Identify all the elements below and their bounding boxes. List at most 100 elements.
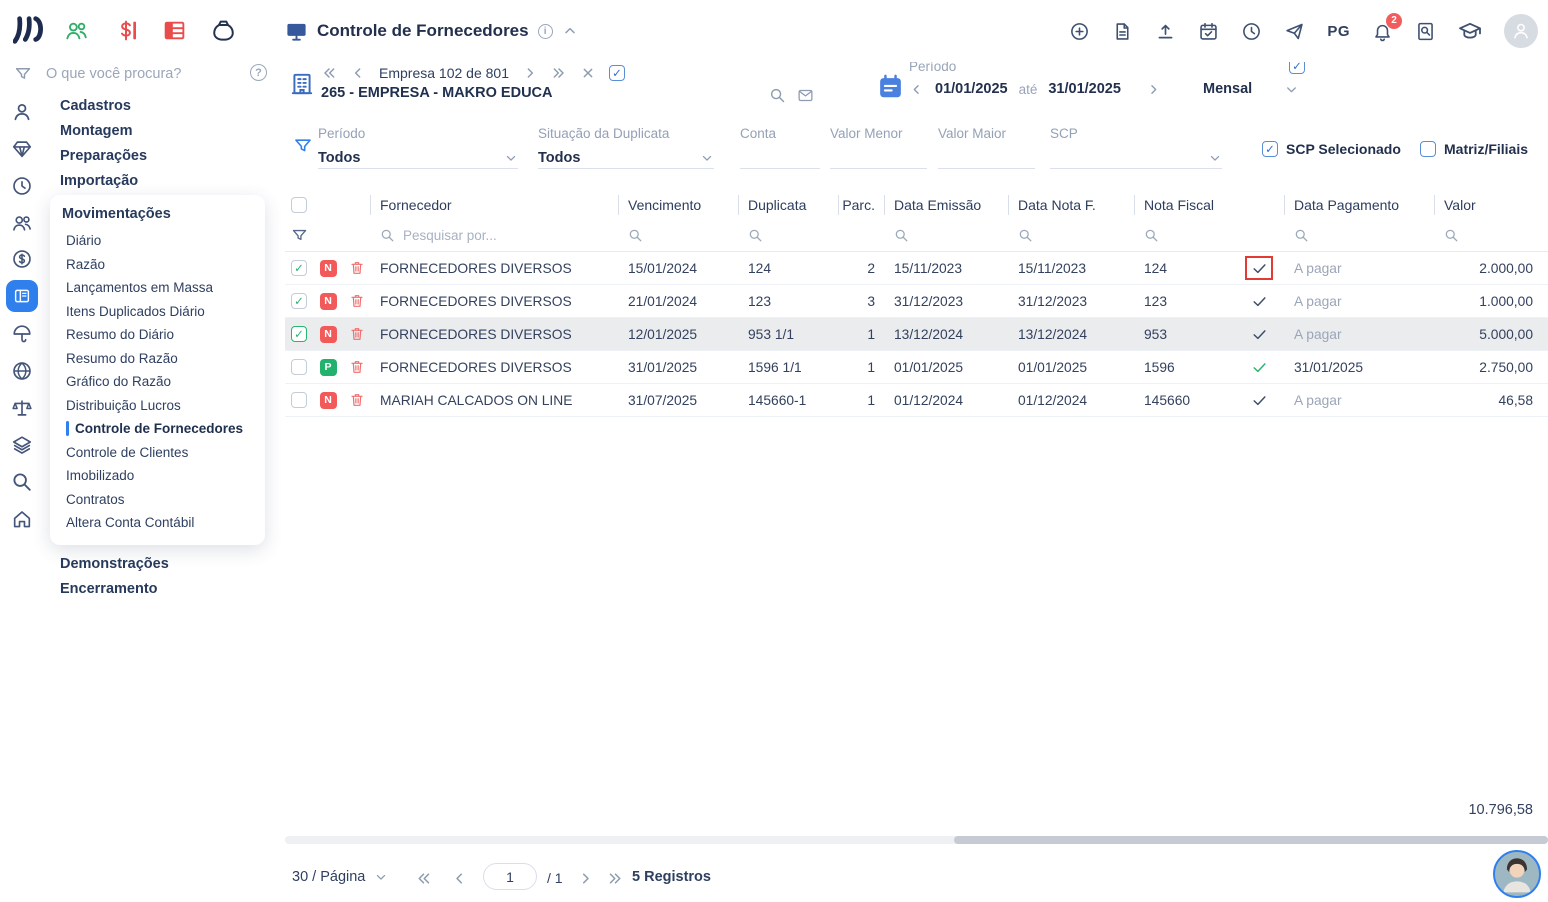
col-data-pagamento[interactable]: Data Pagamento bbox=[1284, 190, 1434, 220]
period-mode-select[interactable]: Mensal bbox=[1203, 81, 1299, 97]
company-checkbox[interactable] bbox=[608, 65, 625, 81]
nota-f-search-icon[interactable] bbox=[1018, 228, 1033, 243]
fornecedor-search-input[interactable] bbox=[403, 228, 553, 243]
app-logo[interactable] bbox=[13, 13, 47, 47]
submenu-razao[interactable]: Razão bbox=[50, 253, 265, 277]
submenu-itens-duplicados[interactable]: Itens Duplicados Diário bbox=[50, 300, 265, 324]
horizontal-scrollbar[interactable] bbox=[285, 836, 1548, 844]
assistant-avatar[interactable] bbox=[1493, 850, 1541, 898]
menu-montagem[interactable]: Montagem bbox=[60, 118, 147, 143]
first-page-icon[interactable] bbox=[415, 870, 432, 887]
submenu-resumo-diario[interactable]: Resumo do Diário bbox=[50, 323, 265, 347]
mail-icon[interactable] bbox=[797, 87, 814, 104]
filters-funnel-icon[interactable] bbox=[293, 136, 313, 156]
graduation-cap-icon[interactable] bbox=[1458, 19, 1482, 43]
pg-shortcut[interactable]: PG bbox=[1327, 23, 1350, 40]
delete-button[interactable] bbox=[343, 384, 370, 416]
menu-movimentacoes[interactable]: Movimentações bbox=[62, 203, 265, 225]
prev-company-icon[interactable] bbox=[350, 65, 366, 81]
submenu-lancamentos-massa[interactable]: Lançamentos em Massa bbox=[50, 276, 265, 300]
submenu-grafico-razao[interactable]: Gráfico do Razão bbox=[50, 370, 265, 394]
row-checkbox[interactable] bbox=[291, 392, 307, 408]
send-icon[interactable] bbox=[1284, 21, 1305, 42]
filter-valor-menor[interactable]: Valor Menor bbox=[830, 126, 927, 169]
row-checkbox[interactable] bbox=[291, 260, 307, 276]
submenu-resumo-razao[interactable]: Resumo do Razão bbox=[50, 347, 265, 371]
period-calendar-icon[interactable] bbox=[877, 73, 904, 100]
submenu-contratos[interactable]: Contratos bbox=[50, 488, 265, 512]
dollar-icon[interactable] bbox=[11, 248, 33, 270]
period-prev-icon[interactable] bbox=[909, 82, 924, 97]
finance-app-icon[interactable] bbox=[113, 18, 138, 43]
col-data-nota-f[interactable]: Data Nota F. bbox=[1008, 190, 1134, 220]
menu-cadastros[interactable]: Cadastros bbox=[60, 93, 147, 118]
matriz-filiais-checkbox[interactable] bbox=[1420, 141, 1436, 157]
scrollbar-thumb[interactable] bbox=[954, 836, 1548, 844]
col-fornecedor[interactable]: Fornecedor bbox=[370, 190, 618, 220]
paid-check-icon[interactable] bbox=[1245, 388, 1273, 412]
table-filter-icon[interactable] bbox=[291, 227, 308, 244]
duplicata-search-icon[interactable] bbox=[748, 228, 763, 243]
delete-button[interactable] bbox=[343, 252, 370, 284]
nota-fiscal-search-icon[interactable] bbox=[1144, 228, 1159, 243]
first-company-icon[interactable] bbox=[321, 65, 337, 81]
company-search-icon[interactable] bbox=[769, 87, 786, 104]
doc-search-icon[interactable] bbox=[1415, 21, 1436, 42]
scp-selecionado-checkbox[interactable] bbox=[1262, 141, 1278, 157]
person-module-icon[interactable] bbox=[11, 101, 33, 123]
globe-icon[interactable] bbox=[11, 360, 33, 382]
paid-check-icon[interactable] bbox=[1245, 355, 1273, 379]
filter-situacao[interactable]: Situação da Duplicata Todos bbox=[538, 126, 714, 169]
layers-icon[interactable] bbox=[11, 434, 33, 456]
delete-button[interactable] bbox=[343, 351, 370, 383]
col-valor[interactable]: Valor bbox=[1434, 190, 1548, 220]
active-module-icon[interactable] bbox=[6, 280, 38, 312]
col-data-emissao[interactable]: Data Emissão bbox=[884, 190, 1008, 220]
col-parc[interactable]: Parc. bbox=[838, 190, 884, 220]
paid-check-icon[interactable] bbox=[1245, 256, 1273, 280]
valor-search-icon[interactable] bbox=[1444, 228, 1459, 243]
document-icon[interactable] bbox=[1112, 21, 1133, 42]
table-row[interactable]: P FORNECEDORES DIVERSOS 31/01/2025 1596 … bbox=[285, 351, 1548, 384]
vencimento-search-icon[interactable] bbox=[628, 228, 643, 243]
col-duplicata[interactable]: Duplicata bbox=[738, 190, 838, 220]
collapse-chevron-icon[interactable] bbox=[562, 23, 578, 39]
filter-periodo[interactable]: Período Todos bbox=[318, 126, 518, 169]
upload-icon[interactable] bbox=[1155, 21, 1176, 42]
last-company-icon[interactable] bbox=[551, 65, 567, 81]
period-start[interactable]: 01/01/2025 bbox=[935, 81, 1008, 97]
filter-valor-maior[interactable]: Valor Maior bbox=[938, 126, 1035, 169]
row-checkbox[interactable] bbox=[291, 326, 307, 342]
moneybag-app-icon[interactable] bbox=[211, 18, 236, 43]
emissao-search-icon[interactable] bbox=[894, 228, 909, 243]
people-app-icon[interactable] bbox=[64, 18, 89, 43]
submenu-diario[interactable]: Diário bbox=[50, 229, 265, 253]
next-company-icon[interactable] bbox=[522, 65, 538, 81]
menu-importacao[interactable]: Importação bbox=[60, 168, 147, 193]
user-avatar[interactable] bbox=[1504, 14, 1538, 48]
next-page-icon[interactable] bbox=[577, 870, 594, 887]
sidebar-search-input[interactable] bbox=[46, 66, 221, 82]
umbrella-icon[interactable] bbox=[11, 323, 33, 345]
help-icon[interactable]: ? bbox=[250, 64, 267, 81]
col-vencimento[interactable]: Vencimento bbox=[618, 190, 738, 220]
menu-encerramento[interactable]: Encerramento bbox=[60, 576, 169, 601]
submenu-altera-conta[interactable]: Altera Conta Contábil bbox=[50, 511, 265, 535]
submenu-controle-clientes[interactable]: Controle de Clientes bbox=[50, 441, 265, 465]
info-icon[interactable]: i bbox=[537, 23, 553, 39]
scale-icon[interactable] bbox=[11, 397, 33, 419]
select-all-checkbox[interactable] bbox=[291, 197, 307, 213]
search-module-icon[interactable] bbox=[11, 471, 33, 493]
per-page-select[interactable]: 30 / Página bbox=[292, 869, 388, 885]
delete-button[interactable] bbox=[343, 285, 370, 317]
agenda-icon[interactable] bbox=[1198, 21, 1219, 42]
prev-page-icon[interactable] bbox=[451, 870, 468, 887]
pagamento-search-icon[interactable] bbox=[1294, 228, 1309, 243]
people-icon[interactable] bbox=[11, 212, 33, 234]
table-row[interactable]: N FORNECEDORES DIVERSOS 21/01/2024 123 3… bbox=[285, 285, 1548, 318]
notifications-button[interactable]: 2 bbox=[1372, 12, 1402, 42]
gem-icon[interactable] bbox=[11, 138, 33, 160]
filter-conta[interactable]: Conta bbox=[740, 126, 820, 169]
menu-preparacoes[interactable]: Preparações bbox=[60, 143, 147, 168]
period-next-icon[interactable] bbox=[1146, 82, 1161, 97]
